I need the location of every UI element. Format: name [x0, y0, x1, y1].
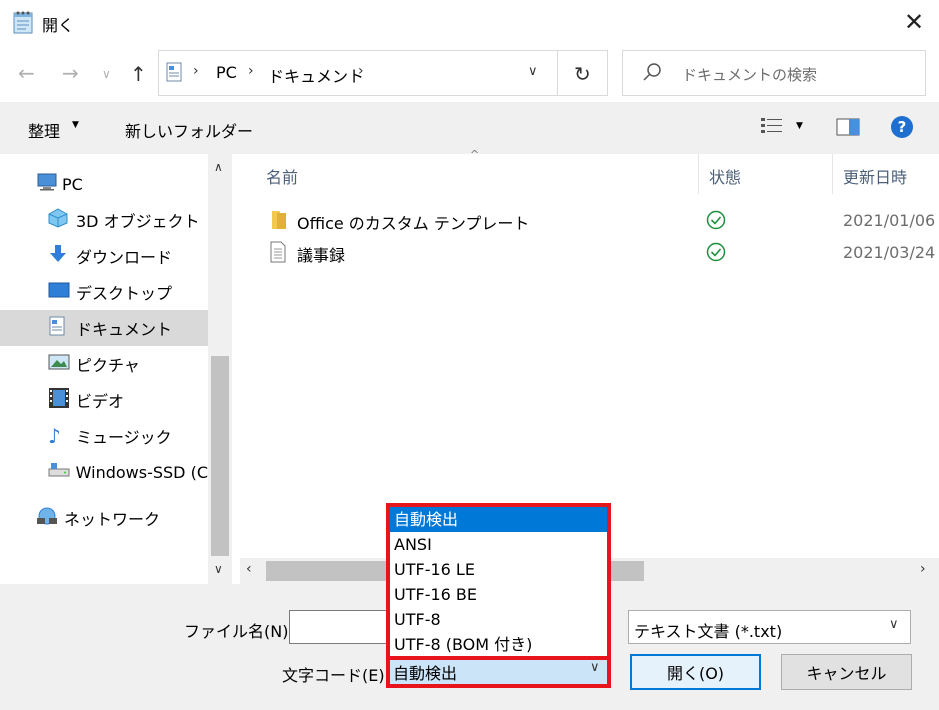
navigation-pane: PC 3D オブジェクト ダウンロード デスクトップ ドキュメント ピクチャ ビ…	[0, 154, 232, 584]
encoding-option-utf8-bom[interactable]: UTF-8 (BOM 付き)	[390, 632, 607, 657]
encoding-select[interactable]: 自動検出 ∨	[386, 656, 611, 688]
open-button[interactable]: 開く(O)	[630, 654, 761, 690]
sidebar-item-label: 3D オブジェクト	[76, 212, 200, 231]
sidebar-item-downloads[interactable]: ダウンロード	[0, 238, 208, 274]
file-name: 議事録	[297, 246, 346, 265]
sidebar-item-videos[interactable]: ビデオ	[0, 382, 208, 418]
encoding-dropdown-list: 自動検出 ANSI UTF-16 LE UTF-16 BE UTF-8 UTF-…	[386, 503, 611, 660]
encoding-label: 文字コード(E):	[282, 666, 390, 685]
scroll-right-chevron-icon[interactable]: ›	[920, 561, 926, 577]
sidebar-item-desktop[interactable]: デスクトップ	[0, 274, 208, 310]
sidebar-item-label: ネットワーク	[64, 510, 161, 529]
sidebar-item-music[interactable]: ♪ ミュージック	[0, 418, 208, 454]
network-globe-icon	[36, 506, 64, 530]
sidebar-item-label: ドキュメント	[76, 320, 173, 339]
breadcrumb-separator-icon[interactable]: ›	[193, 63, 199, 79]
desktop-icon	[48, 281, 76, 303]
recent-locations-chevron-icon[interactable]: ∨	[102, 64, 111, 84]
sync-ok-check-icon	[706, 242, 726, 266]
search-placeholder: ドキュメントの検索	[682, 66, 818, 84]
breadcrumb-separator-icon[interactable]: ›	[358, 63, 364, 79]
column-divider[interactable]	[832, 154, 833, 194]
sidebar-item-label: PC	[62, 174, 83, 194]
text-document-icon	[269, 241, 287, 267]
forward-arrow-icon[interactable]: →	[62, 63, 79, 83]
sidebar-item-label: ビデオ	[76, 392, 125, 411]
encoding-option-ansi[interactable]: ANSI	[390, 532, 607, 557]
new-folder-button[interactable]: 新しいフォルダー	[125, 118, 253, 142]
filetype-select[interactable]: テキスト文書 (*.txt) ∨	[628, 610, 911, 644]
music-note-icon: ♪	[48, 424, 61, 448]
filename-label: ファイル名(N):	[184, 622, 294, 641]
column-header-modified[interactable]: 更新日時	[843, 164, 907, 188]
encoding-option-auto[interactable]: 自動検出	[390, 507, 607, 532]
sync-ok-check-icon	[706, 210, 726, 234]
window-title: 開く	[42, 16, 75, 35]
preview-pane-icon[interactable]	[836, 117, 860, 141]
3d-cube-icon	[48, 208, 76, 232]
breadcrumb-pc[interactable]: PC	[216, 63, 237, 82]
sort-ascending-chevron-icon: ^	[470, 148, 480, 161]
view-options-dropdown-icon[interactable]: ▼	[796, 121, 803, 131]
download-arrow-icon	[48, 244, 76, 268]
notepad-icon	[12, 10, 34, 34]
encoding-option-utf8[interactable]: UTF-8	[390, 607, 607, 632]
pictures-icon	[48, 353, 76, 375]
encoding-option-utf16be[interactable]: UTF-16 BE	[390, 582, 607, 607]
column-divider[interactable]	[698, 154, 699, 194]
sidebar-item-label: ダウンロード	[76, 248, 173, 267]
cancel-button[interactable]: キャンセル	[781, 654, 912, 690]
sidebar-item-windows-ssd[interactable]: Windows-SSD (C	[0, 454, 208, 490]
list-item[interactable]: 議事録 2021/03/24	[266, 240, 939, 266]
address-dropdown-chevron-icon[interactable]: ∨	[528, 64, 538, 79]
scrollbar-track[interactable]	[208, 200, 232, 356]
scrollbar-thumb[interactable]	[211, 356, 229, 556]
sidebar-item-label: ピクチャ	[76, 356, 140, 375]
sidebar-item-network[interactable]: ネットワーク	[0, 500, 208, 536]
breadcrumb-separator-icon[interactable]: ›	[248, 63, 254, 79]
document-folder-icon	[166, 62, 182, 86]
refresh-icon: ↻	[574, 62, 591, 86]
back-arrow-icon[interactable]: ←	[18, 63, 35, 83]
folder-icon	[270, 210, 288, 234]
sidebar-item-documents[interactable]: ドキュメント	[0, 310, 208, 346]
scroll-down-chevron-icon[interactable]: ∨	[214, 562, 223, 576]
organize-dropdown-icon[interactable]: ▼	[72, 120, 79, 130]
organize-button[interactable]: 整理	[28, 118, 60, 142]
sidebar-item-pc[interactable]: PC	[0, 166, 208, 202]
chevron-down-icon: ∨	[889, 617, 899, 632]
file-date: 2021/01/06	[843, 211, 936, 230]
drive-icon	[48, 462, 76, 482]
view-details-icon[interactable]	[760, 116, 784, 142]
filetype-selected-value: テキスト文書 (*.txt)	[634, 622, 783, 641]
chevron-down-icon: ∨	[590, 660, 600, 675]
file-name: Office のカスタム テンプレート	[297, 214, 530, 233]
column-header-status[interactable]: 状態	[709, 164, 741, 188]
list-item[interactable]: Office のカスタム テンプレート 2021/01/06	[266, 208, 939, 234]
file-date: 2021/03/24	[843, 243, 936, 262]
sidebar-item-label: デスクトップ	[76, 284, 173, 303]
computer-icon	[36, 173, 62, 195]
sidebar-item-3d-objects[interactable]: 3D オブジェクト	[0, 202, 208, 238]
sidebar-item-label: Windows-SSD (C	[75, 462, 208, 482]
search-icon	[642, 62, 662, 86]
title-bar	[0, 0, 939, 46]
encoding-selected-value: 自動検出	[393, 664, 458, 683]
breadcrumb-documents[interactable]: ドキュメント	[268, 63, 364, 87]
sidebar-item-pictures[interactable]: ピクチャ	[0, 346, 208, 382]
column-header-name[interactable]: 名前	[266, 164, 298, 188]
sidebar-item-label: ミュージック	[76, 428, 172, 447]
close-icon[interactable]: ✕	[900, 8, 928, 36]
documents-icon	[48, 316, 76, 340]
video-film-icon	[48, 387, 76, 413]
svg-text:?: ?	[898, 118, 907, 136]
up-arrow-icon[interactable]: ↑	[130, 62, 147, 86]
scroll-left-chevron-icon[interactable]: ‹	[246, 561, 252, 577]
scroll-up-chevron-icon[interactable]: ∧	[214, 160, 223, 174]
encoding-option-utf16le[interactable]: UTF-16 LE	[390, 557, 607, 582]
help-icon[interactable]: ?	[890, 115, 914, 143]
